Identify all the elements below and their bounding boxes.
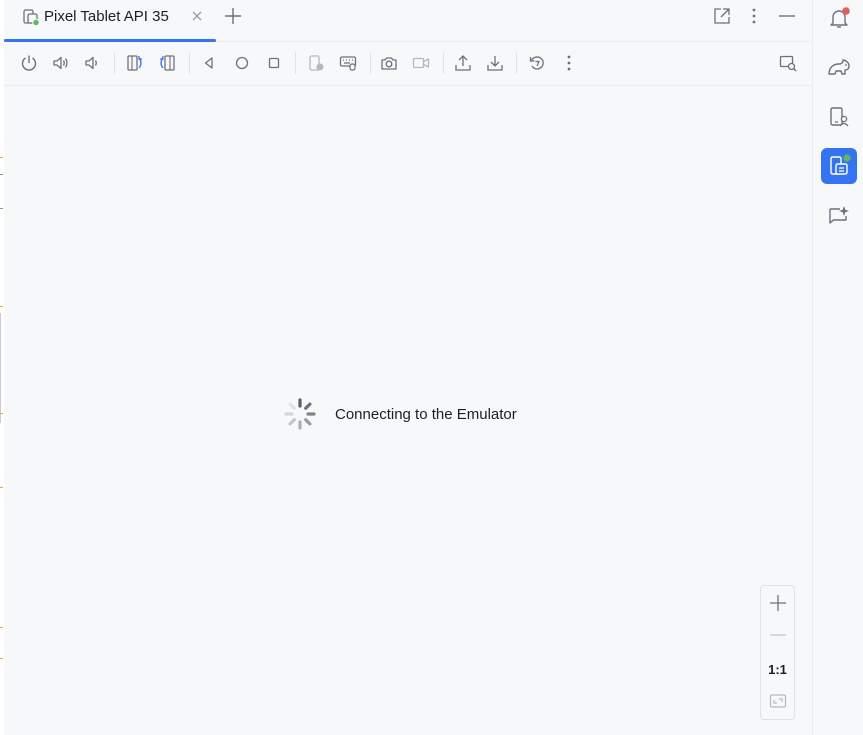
device-mirroring-button[interactable] xyxy=(778,53,798,73)
keyboard-icon xyxy=(339,56,357,71)
device-manager-icon xyxy=(830,107,849,127)
screen-record-icon xyxy=(412,57,430,69)
gradle-button[interactable] xyxy=(821,49,857,85)
add-tab-icon[interactable] xyxy=(223,6,243,26)
rotate-left-icon xyxy=(127,55,142,71)
device-running-icon xyxy=(23,9,40,26)
rotate-right-button[interactable] xyxy=(157,53,177,73)
loading-spinner-icon xyxy=(284,398,316,430)
fold-device-button[interactable] xyxy=(306,53,326,73)
gutter-marker xyxy=(0,306,3,307)
fold-device-icon xyxy=(309,55,324,71)
tab-title: Pixel Tablet API 35 xyxy=(44,8,169,25)
power-icon xyxy=(21,55,37,71)
back-button[interactable] xyxy=(199,53,219,73)
notifications-button[interactable] xyxy=(821,0,857,36)
power-button[interactable] xyxy=(19,53,39,73)
back-icon xyxy=(204,57,213,69)
minus-icon xyxy=(769,634,786,636)
gutter-marker xyxy=(0,627,3,628)
more-vertical-icon[interactable] xyxy=(744,6,764,26)
screen-search-icon xyxy=(779,55,797,72)
snapshot-icon xyxy=(529,56,544,70)
snapshot-button[interactable] xyxy=(527,53,547,73)
close-tab-icon[interactable] xyxy=(190,9,204,23)
zoom-in-button[interactable] xyxy=(761,588,794,618)
more-options-icon xyxy=(567,55,571,71)
gradle-elephant-icon xyxy=(828,59,850,75)
fit-to-window-button[interactable] xyxy=(761,686,794,716)
tab-pixel-tablet[interactable]: Pixel Tablet API 35 xyxy=(4,0,216,42)
camera-icon xyxy=(381,57,397,70)
rotate-left-button[interactable] xyxy=(125,53,145,73)
ai-assistant-button[interactable] xyxy=(821,198,857,234)
right-tool-strip xyxy=(812,0,863,735)
open-in-window-icon[interactable] xyxy=(712,6,732,26)
toolbar-separator xyxy=(189,52,190,74)
gutter-marker xyxy=(0,208,3,209)
emulator-toolbar xyxy=(4,42,812,86)
volume-down-button[interactable] xyxy=(82,53,102,73)
toolbar-separator xyxy=(443,52,444,74)
gutter-line xyxy=(0,313,1,423)
chat-sparkle-icon xyxy=(829,206,849,224)
actual-size-button[interactable]: 1:1 xyxy=(761,654,794,684)
status-message: Connecting to the Emulator xyxy=(335,405,517,423)
home-icon xyxy=(235,56,249,70)
toolbar-separator xyxy=(295,52,296,74)
volume-up-icon xyxy=(53,56,68,70)
screenshot-button[interactable] xyxy=(379,53,399,73)
gutter-marker xyxy=(0,174,3,175)
gutter-marker xyxy=(0,413,3,414)
upload-button[interactable] xyxy=(453,53,473,73)
running-devices-icon xyxy=(830,154,851,175)
actual-size-label: 1:1 xyxy=(768,661,787,677)
emulator-display-area: Connecting to the Emulator 1:1 xyxy=(4,86,812,735)
running-devices-button[interactable] xyxy=(821,148,857,184)
download-button[interactable] xyxy=(485,53,505,73)
volume-up-button[interactable] xyxy=(51,53,71,73)
zoom-controls: 1:1 xyxy=(760,585,795,720)
loading-indicator: Connecting to the Emulator xyxy=(282,396,517,432)
fit-screen-icon xyxy=(769,694,786,708)
minimize-icon[interactable] xyxy=(777,6,797,26)
zoom-out-button[interactable] xyxy=(761,620,794,650)
emulator-tab-bar: Pixel Tablet API 35 xyxy=(4,0,812,42)
bell-icon xyxy=(830,7,850,28)
more-options-button[interactable] xyxy=(559,53,579,73)
gutter-marker xyxy=(0,658,3,659)
toolbar-separator xyxy=(516,52,517,74)
toolbar-separator xyxy=(370,52,371,74)
gutter-marker xyxy=(0,157,3,158)
keyboard-button[interactable] xyxy=(338,53,358,73)
device-manager-button[interactable] xyxy=(821,99,857,135)
volume-down-icon xyxy=(85,56,97,70)
home-button[interactable] xyxy=(232,53,252,73)
toolbar-separator xyxy=(114,52,115,74)
screen-record-button[interactable] xyxy=(411,53,431,73)
gutter-marker xyxy=(0,487,3,488)
overview-button[interactable] xyxy=(264,53,284,73)
rotate-right-icon xyxy=(160,55,175,71)
download-icon xyxy=(487,56,503,71)
overview-icon xyxy=(268,57,280,69)
plus-icon xyxy=(769,595,786,611)
upload-icon xyxy=(455,55,471,71)
